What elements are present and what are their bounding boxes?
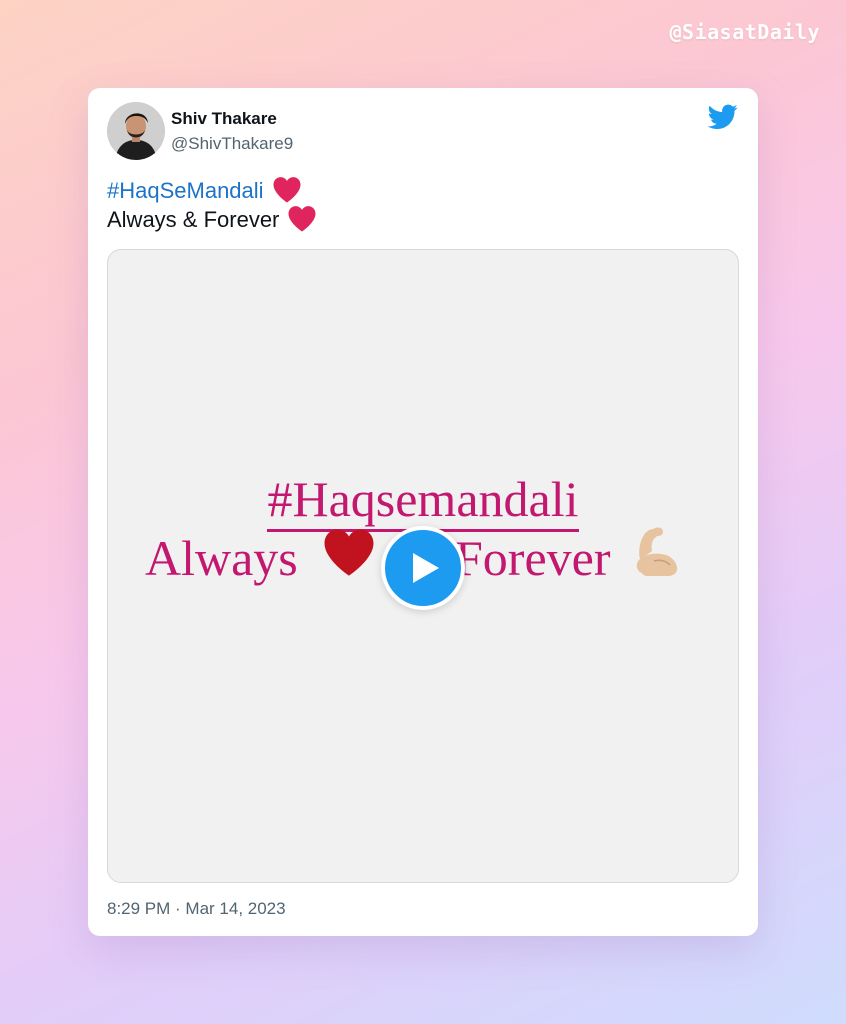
hashtag-link[interactable]: #HaqSeMandali	[107, 178, 264, 203]
tweet-card: Shiv Thakare @ShivThakare9 #HaqSeMandali…	[88, 88, 758, 936]
video-overlay-hashtag-text: #Haqsemandali	[267, 471, 579, 532]
video-overlay-word2: Forever	[455, 530, 611, 586]
video-overlay-hashtag: #Haqsemandali	[108, 470, 738, 532]
play-button[interactable]	[381, 526, 465, 610]
author-name[interactable]: Shiv Thakare	[171, 109, 277, 129]
video-player[interactable]: #Haqsemandali Always Forever	[107, 249, 739, 883]
tweet-text: Always & Forever	[107, 207, 280, 232]
author-handle[interactable]: @ShivThakare9	[171, 134, 293, 154]
twitter-bird-icon[interactable]	[707, 104, 738, 130]
tweet-timestamp[interactable]: 8:29 PM · Mar 14, 2023	[107, 899, 286, 919]
flexed-biceps-icon	[636, 527, 678, 576]
red-heart-icon	[324, 529, 374, 576]
avatar[interactable]	[107, 102, 165, 160]
tweet-text-line2: Always & Forever	[107, 205, 317, 234]
video-overlay-word1: Always	[145, 530, 298, 586]
watermark: @SiasatDaily	[669, 20, 820, 44]
red-heart-icon	[273, 177, 301, 203]
play-icon	[413, 553, 439, 583]
tweet-text-line1: #HaqSeMandali	[107, 176, 302, 205]
red-heart-icon	[288, 206, 316, 232]
